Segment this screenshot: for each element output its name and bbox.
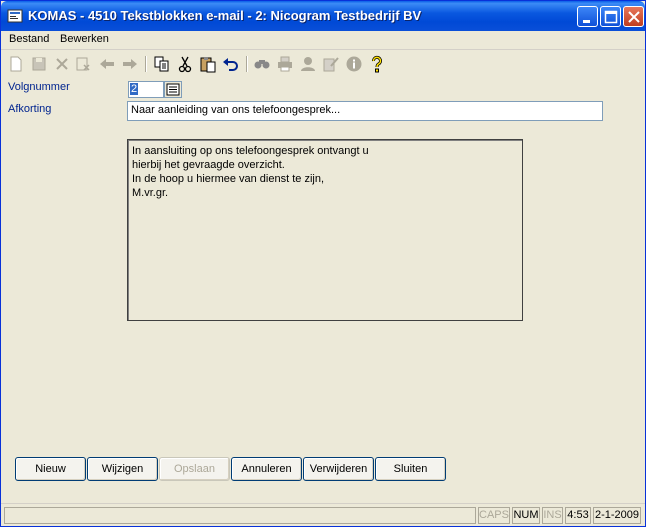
toolbar-separator: [145, 56, 147, 72]
application-window: KOMAS - 4510 Tekstblokken e-mail - 2: Ni…: [0, 0, 646, 527]
opslaan-button[interactable]: Opslaan: [159, 457, 230, 481]
cancel-edit-icon[interactable]: [73, 54, 93, 74]
status-message: [4, 507, 476, 524]
wijzigen-button[interactable]: Wijzigen: [87, 457, 158, 481]
back-arrow-icon[interactable]: [97, 54, 117, 74]
undo-icon[interactable]: [221, 54, 241, 74]
save-icon[interactable]: [29, 54, 49, 74]
memo-line: In aansluiting op ons telefoongesprek on…: [132, 145, 369, 157]
afkorting-input[interactable]: Naar aanleiding van ons telefoongesprek.…: [127, 101, 603, 121]
title-bar[interactable]: KOMAS - 4510 Tekstblokken e-mail - 2: Ni…: [1, 1, 645, 31]
forward-arrow-icon[interactable]: [120, 54, 140, 74]
minimize-button[interactable]: [577, 6, 598, 27]
memo-line: M.vr.gr.: [132, 187, 169, 199]
status-caps: CAPS: [478, 507, 510, 524]
memo-line: hierbij het gevraagde overzicht.: [132, 159, 285, 171]
close-button[interactable]: [623, 6, 644, 27]
toolbar: [1, 51, 645, 77]
nieuw-button[interactable]: Nieuw: [15, 457, 86, 481]
window-title: KOMAS - 4510 Tekstblokken e-mail - 2: Ni…: [28, 8, 422, 23]
menu-bestand[interactable]: Bestand: [9, 33, 49, 45]
maximize-button[interactable]: [600, 6, 621, 27]
cut-icon[interactable]: [175, 54, 195, 74]
menu-bewerken[interactable]: Bewerken: [60, 33, 109, 45]
maximize-icon: [604, 10, 618, 24]
new-icon[interactable]: [6, 54, 26, 74]
status-num: NUM: [512, 507, 540, 524]
find-icon[interactable]: [252, 54, 272, 74]
paste-icon[interactable]: [198, 54, 218, 74]
afkorting-label: Afkorting: [8, 103, 52, 115]
memo-textarea[interactable]: In aansluiting op ons telefoongesprek on…: [127, 139, 523, 321]
annuleren-button[interactable]: Annuleren: [231, 457, 302, 481]
info-icon[interactable]: [344, 54, 364, 74]
menu-bar: Bestand Bewerken: [1, 31, 645, 50]
delete-icon[interactable]: [52, 54, 72, 74]
copy-icon[interactable]: [152, 54, 172, 74]
minimize-icon: [583, 20, 590, 23]
help-icon[interactable]: [367, 54, 387, 74]
status-bar: CAPS NUM INS 4:53 2-1-2009: [1, 503, 645, 527]
list-icon: [166, 83, 180, 96]
verwijderen-button[interactable]: Verwijderen: [303, 457, 374, 481]
volgnummer-input[interactable]: 2: [128, 81, 164, 98]
user-icon[interactable]: [298, 54, 318, 74]
lookup-button[interactable]: [164, 81, 182, 98]
volgnummer-label: Volgnummer: [8, 81, 70, 93]
status-date: 2-1-2009: [593, 507, 641, 524]
volgnummer-value: 2: [130, 83, 139, 95]
sluiten-button[interactable]: Sluiten: [375, 457, 446, 481]
notes-icon[interactable]: [321, 54, 341, 74]
close-icon: [628, 11, 640, 23]
toolbar-separator: [246, 56, 248, 72]
status-ins: INS: [542, 507, 563, 524]
memo-line: In de hoop u hiermee van dienst te zijn,: [132, 173, 325, 185]
print-icon[interactable]: [275, 54, 295, 74]
app-icon: [7, 9, 23, 23]
status-time: 4:53: [565, 507, 591, 524]
